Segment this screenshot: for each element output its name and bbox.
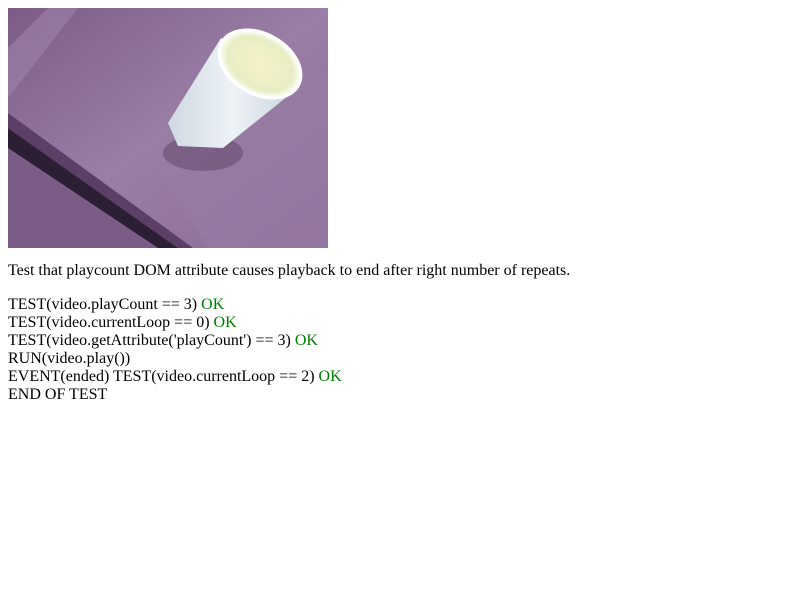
log-line: TEST(video.playCount == 3) OK bbox=[8, 296, 792, 314]
page: Test that playcount DOM attribute causes… bbox=[0, 0, 800, 412]
video-frame bbox=[8, 8, 328, 248]
log-line: RUN(video.play()) bbox=[8, 350, 792, 368]
log-text: TEST(video.getAttribute('playCount') == … bbox=[8, 332, 295, 349]
video-player[interactable] bbox=[8, 8, 328, 248]
log-line: TEST(video.getAttribute('playCount') == … bbox=[8, 332, 792, 350]
log-text: RUN(video.play()) bbox=[8, 350, 131, 367]
test-log: TEST(video.playCount == 3) OK TEST(video… bbox=[8, 296, 792, 404]
log-text: TEST(video.currentLoop == 0) bbox=[8, 314, 214, 331]
log-status-ok: OK bbox=[294, 332, 318, 349]
log-line: TEST(video.currentLoop == 0) OK bbox=[8, 314, 792, 332]
log-line: END OF TEST bbox=[8, 386, 792, 404]
log-text: EVENT(ended) TEST(video.currentLoop == 2… bbox=[8, 368, 319, 385]
log-status-ok: OK bbox=[318, 368, 342, 385]
test-description: Test that playcount DOM attribute causes… bbox=[8, 262, 571, 279]
log-text: END OF TEST bbox=[8, 386, 108, 403]
log-status-ok: OK bbox=[213, 314, 237, 331]
log-text: TEST(video.playCount == 3) bbox=[8, 296, 202, 313]
log-line: EVENT(ended) TEST(video.currentLoop == 2… bbox=[8, 368, 792, 386]
log-status-ok: OK bbox=[201, 296, 225, 313]
